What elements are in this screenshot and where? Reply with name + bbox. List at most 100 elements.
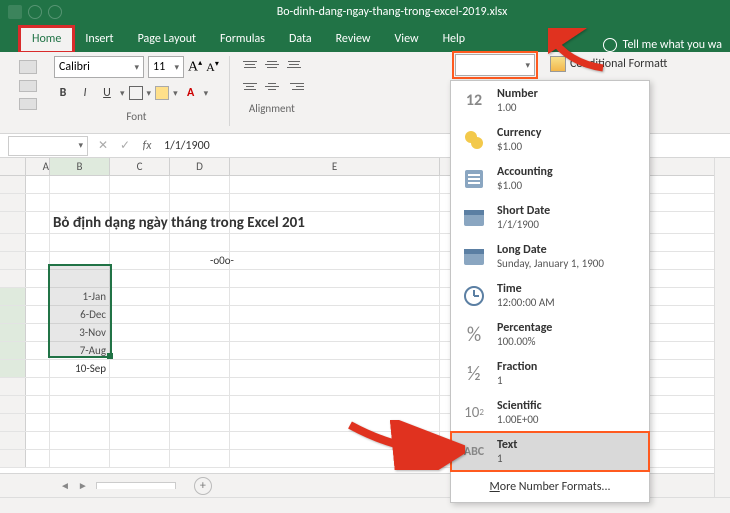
cell[interactable]	[50, 450, 110, 467]
cell[interactable]	[26, 306, 50, 323]
cell[interactable]	[230, 212, 440, 233]
cell[interactable]	[26, 396, 50, 413]
row-header[interactable]	[0, 306, 26, 323]
row-header[interactable]	[0, 212, 26, 233]
chevron-down-icon[interactable]: ▾	[147, 88, 152, 99]
tell-me-search[interactable]: Tell me what you wa	[603, 38, 730, 52]
cell[interactable]	[50, 234, 110, 251]
nf-accounting[interactable]: Accounting$1.00	[451, 159, 649, 198]
cell[interactable]	[26, 176, 50, 193]
cell[interactable]	[110, 450, 170, 467]
tab-review[interactable]: Review	[324, 27, 383, 52]
cell[interactable]	[110, 306, 170, 323]
name-box[interactable]: ▾	[8, 136, 88, 156]
row-header[interactable]	[0, 360, 26, 377]
row-header[interactable]	[0, 270, 26, 287]
cell[interactable]	[110, 176, 170, 193]
tab-page-layout[interactable]: Page Layout	[126, 27, 208, 52]
cell[interactable]	[230, 288, 440, 305]
cell[interactable]: Bỏ định dạng ngày tháng trong Excel 201	[50, 212, 110, 233]
align-bottom-icon[interactable]	[284, 56, 304, 72]
row-header[interactable]	[0, 342, 26, 359]
align-center-icon[interactable]	[262, 78, 282, 94]
nf-currency[interactable]: Currency$1.00	[451, 120, 649, 159]
row-header[interactable]	[0, 176, 26, 193]
cell[interactable]	[26, 234, 50, 251]
cell[interactable]	[110, 432, 170, 449]
col-header[interactable]: E	[230, 158, 440, 175]
row-header[interactable]	[0, 288, 26, 305]
border-icon[interactable]	[129, 86, 143, 100]
cell[interactable]	[26, 270, 50, 287]
cell[interactable]	[230, 234, 440, 251]
cell[interactable]	[110, 324, 170, 341]
cell[interactable]	[170, 396, 230, 413]
align-right-icon[interactable]	[284, 78, 304, 94]
row-header[interactable]	[0, 378, 26, 395]
cell[interactable]	[110, 342, 170, 359]
cell[interactable]	[50, 396, 110, 413]
cell[interactable]: 10-Sep	[50, 360, 110, 377]
align-left-icon[interactable]	[240, 78, 260, 94]
chevron-down-icon[interactable]: ▾	[120, 88, 125, 99]
cell[interactable]	[110, 270, 170, 287]
increase-font-icon[interactable]: A▴	[188, 58, 202, 76]
number-format-combo[interactable]: ▾	[455, 54, 535, 76]
sheet-tab[interactable]	[96, 482, 176, 489]
cell[interactable]	[110, 288, 170, 305]
cell[interactable]	[170, 360, 230, 377]
redo-icon[interactable]	[48, 5, 62, 19]
cell[interactable]	[50, 432, 110, 449]
cell[interactable]	[170, 234, 230, 251]
tab-home[interactable]: Home	[20, 27, 73, 52]
cell[interactable]	[170, 450, 230, 467]
cell[interactable]	[170, 176, 230, 193]
font-size-combo[interactable]: 11 ▾	[148, 56, 184, 78]
cell[interactable]	[110, 378, 170, 395]
cell[interactable]	[26, 212, 50, 233]
nf-number[interactable]: 12 Number1.00	[451, 81, 649, 120]
cell[interactable]	[170, 212, 230, 233]
nf-short-date[interactable]: Short Date1/1/1900	[451, 198, 649, 237]
add-sheet-button[interactable]: +	[194, 477, 212, 495]
cell[interactable]: 6-Dec	[50, 306, 110, 323]
nf-scientific[interactable]: 102 Scientific1.00E+00	[451, 393, 649, 432]
tab-formulas[interactable]: Formulas	[208, 27, 277, 52]
cell[interactable]	[170, 342, 230, 359]
underline-button[interactable]: U	[98, 84, 116, 102]
cell[interactable]	[50, 194, 110, 211]
cell[interactable]	[50, 176, 110, 193]
decrease-font-icon[interactable]: A▾	[206, 59, 219, 75]
cell[interactable]	[110, 396, 170, 413]
cell[interactable]	[26, 360, 50, 377]
row-header[interactable]	[0, 324, 26, 341]
col-header[interactable]: D	[170, 158, 230, 175]
row-header[interactable]	[0, 432, 26, 449]
font-color-icon[interactable]: A	[182, 84, 200, 102]
cell[interactable]	[230, 176, 440, 193]
cell[interactable]	[26, 324, 50, 341]
cell[interactable]	[50, 378, 110, 395]
cell[interactable]	[230, 324, 440, 341]
sheet-nav-next-icon[interactable]: ►	[78, 479, 88, 492]
row-header[interactable]	[0, 414, 26, 431]
row-header[interactable]	[0, 450, 26, 467]
col-header[interactable]: B	[50, 158, 110, 175]
cell[interactable]	[230, 194, 440, 211]
copy-icon[interactable]	[19, 98, 37, 110]
cell[interactable]	[26, 378, 50, 395]
cell[interactable]	[170, 270, 230, 287]
row-header[interactable]	[0, 194, 26, 211]
cell[interactable]	[50, 252, 110, 269]
cell[interactable]	[26, 194, 50, 211]
cell[interactable]: 1-Jan	[50, 288, 110, 305]
cell[interactable]	[50, 414, 110, 431]
cell[interactable]	[110, 360, 170, 377]
cell[interactable]	[170, 288, 230, 305]
cell[interactable]	[110, 194, 170, 211]
enter-icon[interactable]: ✓	[114, 138, 136, 153]
nf-text[interactable]: ABC Text1	[451, 432, 649, 471]
cell[interactable]	[110, 234, 170, 251]
cell[interactable]	[230, 306, 440, 323]
col-header[interactable]: C	[110, 158, 170, 175]
